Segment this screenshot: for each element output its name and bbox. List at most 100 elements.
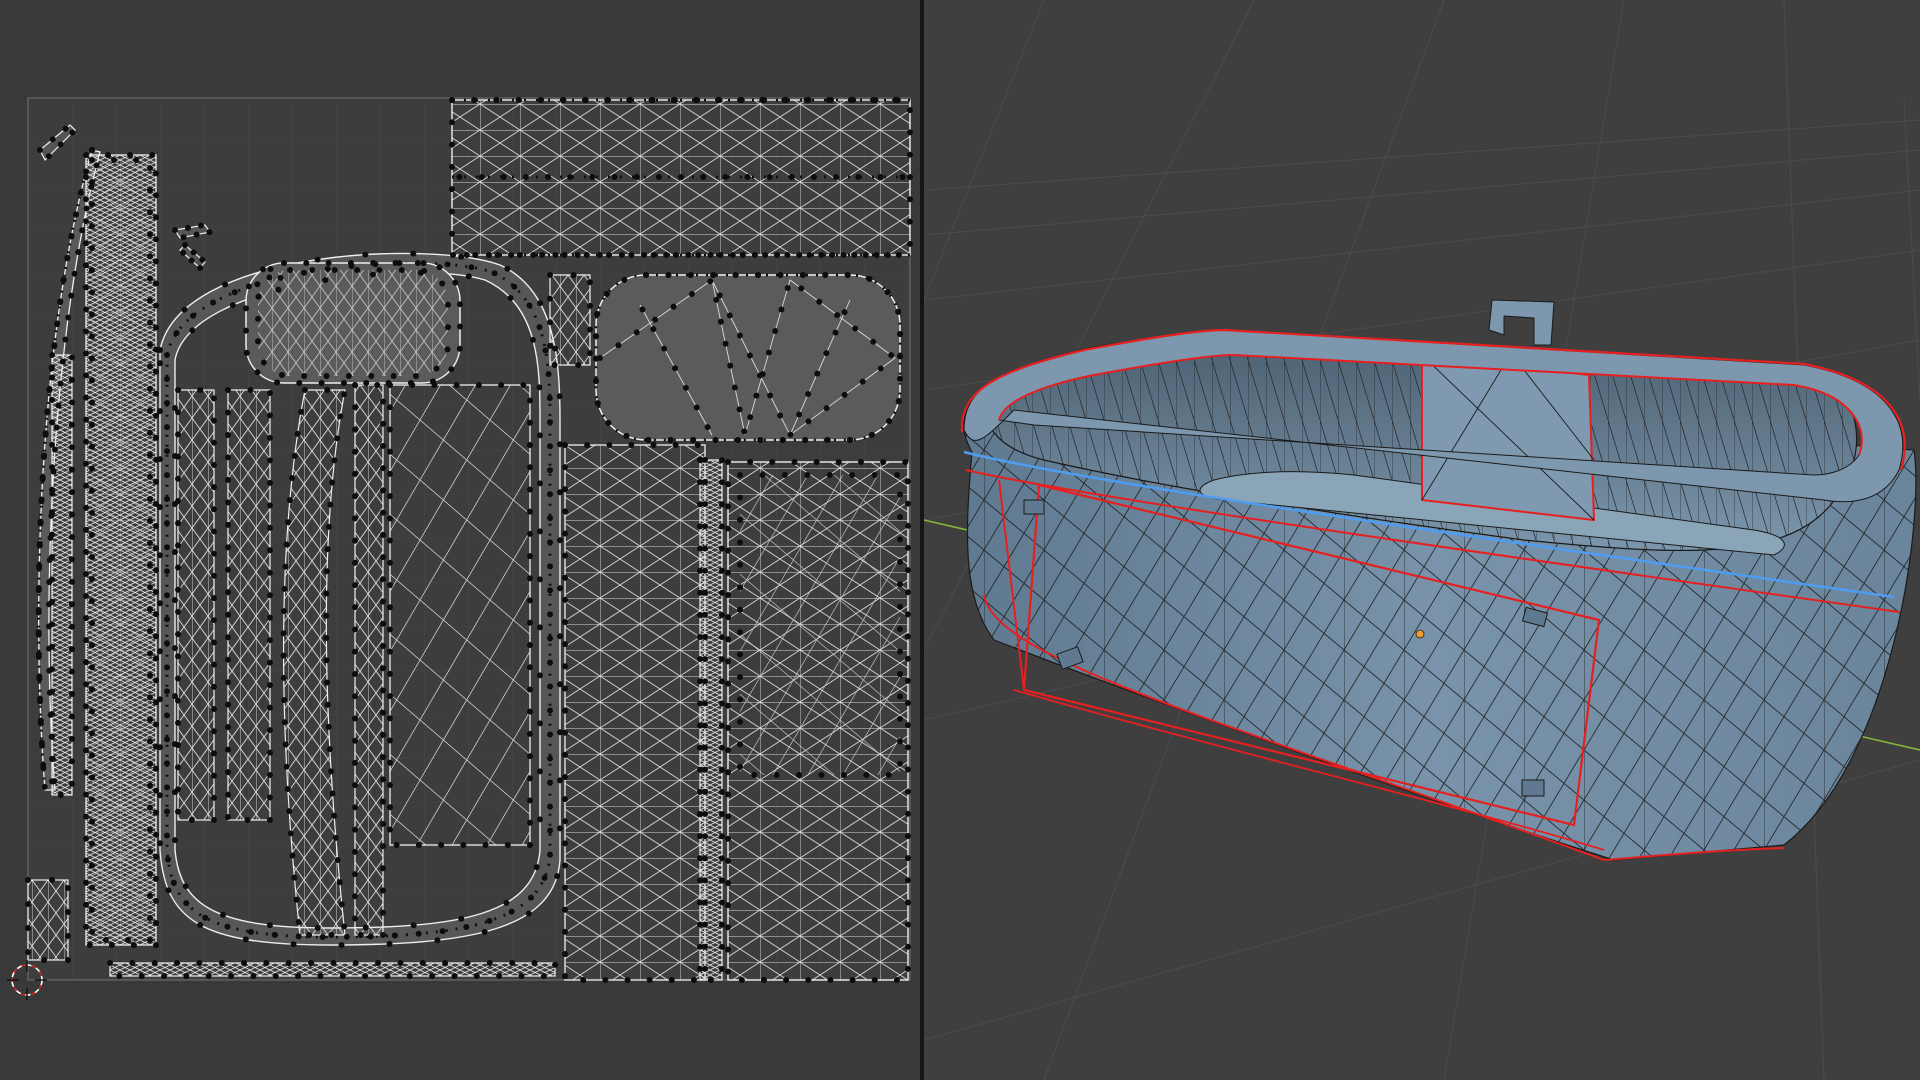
uv-vertex[interactable]	[859, 378, 866, 385]
uv-vertex[interactable]	[583, 252, 590, 258]
uv-vertex[interactable]	[697, 744, 703, 751]
uv-vertex[interactable]	[69, 735, 75, 742]
uv-vertex[interactable]	[338, 941, 345, 948]
uv-vertex[interactable]	[697, 943, 703, 950]
uv-vertex[interactable]	[309, 267, 316, 273]
uv-vertex[interactable]	[164, 568, 171, 575]
uv-vertex[interactable]	[336, 879, 343, 886]
uv-vertex[interactable]	[719, 457, 725, 464]
uv-vertex[interactable]	[504, 265, 511, 272]
uv-vertex[interactable]	[737, 584, 743, 591]
uv-vertex[interactable]	[147, 209, 153, 216]
uv-vertex[interactable]	[164, 352, 170, 358]
uv-vertex[interactable]	[105, 152, 112, 158]
uv-vertex[interactable]	[905, 921, 911, 928]
uv-vertex[interactable]	[552, 961, 558, 968]
uv-vertex[interactable]	[352, 382, 358, 388]
uv-vertex[interactable]	[352, 671, 358, 677]
uv-vertex[interactable]	[147, 363, 153, 370]
uv-vertex[interactable]	[547, 659, 553, 666]
uv-vertex[interactable]	[527, 819, 533, 826]
uv-vertex[interactable]	[504, 842, 511, 848]
uv-vertex[interactable]	[719, 567, 725, 574]
uv-vertex[interactable]	[170, 879, 177, 886]
uv-vertex[interactable]	[897, 738, 903, 745]
uv-vertex[interactable]	[363, 380, 370, 386]
uv-vertex[interactable]	[153, 677, 159, 684]
uv-vertex[interactable]	[83, 791, 89, 798]
uv-vertex[interactable]	[650, 442, 657, 448]
uv-vertex[interactable]	[280, 630, 287, 637]
uv-vertex[interactable]	[352, 715, 358, 722]
uv-vertex[interactable]	[547, 467, 553, 474]
uv-vertex[interactable]	[352, 693, 358, 700]
uv-vertex[interactable]	[905, 722, 911, 729]
uv-vertex[interactable]	[49, 396, 55, 403]
uv-vertex[interactable]	[352, 582, 358, 589]
uv-vertex[interactable]	[527, 442, 533, 448]
uv-vertex[interactable]	[69, 713, 75, 720]
uv-vertex[interactable]	[89, 267, 95, 274]
uv-vertex[interactable]	[593, 333, 599, 340]
uv-vertex[interactable]	[784, 285, 791, 292]
uv-vertex[interactable]	[83, 769, 89, 776]
uv-vertex[interactable]	[643, 272, 649, 278]
uv-vertex[interactable]	[225, 544, 231, 551]
uv-vertex[interactable]	[562, 663, 568, 670]
uv-vertex[interactable]	[769, 459, 776, 465]
uv-vertex[interactable]	[897, 603, 903, 610]
uv-vertex[interactable]	[211, 794, 217, 801]
uv-vertex[interactable]	[387, 448, 393, 455]
uv-vertex[interactable]	[725, 857, 731, 864]
uv-vertex[interactable]	[537, 816, 543, 823]
uv-vertex[interactable]	[557, 441, 563, 448]
uv-vertex[interactable]	[44, 409, 51, 416]
uv-vertex[interactable]	[508, 252, 515, 258]
uv-vertex[interactable]	[147, 407, 153, 414]
uv-vertex[interactable]	[352, 448, 358, 455]
uv-vertex[interactable]	[387, 826, 393, 833]
uv-vertex[interactable]	[387, 582, 393, 588]
uv-vertex[interactable]	[175, 431, 181, 438]
uv-vertex[interactable]	[147, 716, 153, 723]
uv-vertex[interactable]	[314, 256, 321, 263]
uv-vertex[interactable]	[69, 421, 75, 428]
uv-vertex[interactable]	[527, 486, 533, 493]
uv-vertex[interactable]	[847, 437, 853, 443]
uv-vertex[interactable]	[153, 567, 159, 574]
uv-vertex[interactable]	[540, 973, 547, 979]
uv-vertex[interactable]	[164, 760, 171, 767]
uv-vertex[interactable]	[35, 609, 42, 616]
uv-vertex[interactable]	[225, 476, 231, 483]
uv-vertex[interactable]	[870, 338, 877, 345]
uv-vertex[interactable]	[527, 775, 533, 782]
uv-vertex[interactable]	[719, 501, 725, 508]
uv-vertex[interactable]	[64, 255, 71, 262]
uv-vertex[interactable]	[692, 97, 699, 103]
uv-vertex[interactable]	[665, 272, 672, 278]
uv-vertex[interactable]	[327, 501, 334, 508]
uv-vertex[interactable]	[79, 227, 86, 234]
uv-vertex[interactable]	[537, 768, 543, 775]
uv-vertex[interactable]	[893, 977, 900, 983]
uv-vertex[interactable]	[888, 352, 895, 359]
uv-vertex[interactable]	[40, 764, 47, 771]
uv-vertex[interactable]	[225, 566, 231, 573]
uv-vertex[interactable]	[290, 941, 297, 948]
uv-vertex[interactable]	[69, 376, 75, 383]
uv-vertex[interactable]	[151, 960, 158, 966]
uv-vertex[interactable]	[774, 252, 781, 258]
uv-vertex[interactable]	[719, 811, 725, 818]
uv-vertex[interactable]	[147, 429, 153, 436]
uv-vertex[interactable]	[737, 741, 743, 748]
uv-vertex[interactable]	[897, 330, 903, 337]
uv-vertex[interactable]	[341, 391, 348, 398]
uv-vertex[interactable]	[69, 646, 75, 653]
viewport-canvas[interactable]	[924, 0, 1920, 1080]
uv-vertex[interactable]	[165, 856, 172, 863]
uv-vertex[interactable]	[725, 636, 731, 643]
uv-vertex[interactable]	[202, 914, 209, 921]
uv-vertex[interactable]	[147, 231, 153, 238]
uv-vertex[interactable]	[153, 390, 159, 397]
uv-vertex[interactable]	[707, 977, 714, 983]
